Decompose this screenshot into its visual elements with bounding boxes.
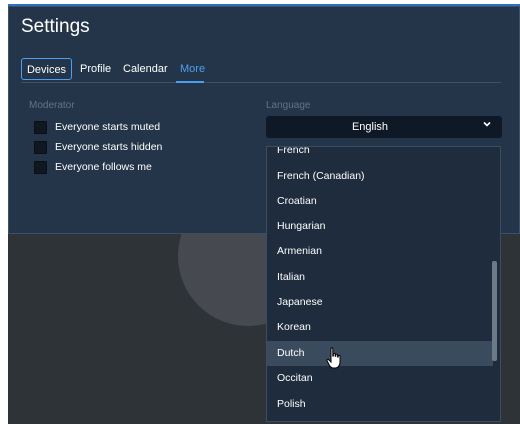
dropdown-scrollbar[interactable] (492, 147, 498, 421)
tab-profile[interactable]: Profile (80, 58, 111, 80)
checkbox-muted[interactable] (34, 120, 47, 134)
tabs-divider (21, 82, 501, 83)
language-option-occitan[interactable]: Occitan (267, 366, 493, 391)
language-option-japanese[interactable]: Japanese (267, 290, 493, 315)
language-option-french[interactable]: French (267, 147, 493, 163)
chevron-down-icon (483, 121, 491, 127)
language-option-hungarian[interactable]: Hungarian (267, 214, 493, 239)
tab-active-indicator (176, 81, 204, 83)
checkbox-follows[interactable] (34, 160, 47, 174)
tab-more[interactable]: More (180, 58, 205, 80)
language-option-french-canadian[interactable]: French (Canadian) (267, 164, 493, 189)
checkbox-hidden[interactable] (34, 140, 47, 154)
checkbox-hidden-label: Everyone starts hidden (55, 141, 163, 153)
language-option-polish[interactable]: Polish (267, 392, 493, 417)
checkbox-row-hidden[interactable]: Everyone starts hidden (34, 140, 162, 154)
checkbox-follows-label: Everyone follows me (55, 161, 152, 173)
language-option-dutch[interactable]: Dutch (267, 341, 493, 366)
checkbox-row-muted[interactable]: Everyone starts muted (34, 120, 160, 134)
moderator-heading: Moderator (29, 100, 75, 111)
language-option-armenian[interactable]: Armenian (267, 239, 493, 264)
dialog-title: Settings (21, 16, 90, 37)
hand-pointer-icon (326, 347, 341, 369)
language-heading: Language (266, 100, 311, 111)
language-option-croatian[interactable]: Croatian (267, 189, 493, 214)
checkbox-muted-label: Everyone starts muted (55, 121, 161, 133)
language-select-value: English (351, 121, 389, 133)
tab-calendar[interactable]: Calendar (123, 58, 168, 80)
dropdown-scrollbar-thumb[interactable] (492, 261, 497, 361)
language-select[interactable]: English (266, 116, 502, 138)
checkbox-row-follows[interactable]: Everyone follows me (34, 160, 152, 174)
tab-devices[interactable]: Devices (21, 58, 72, 80)
language-option-italian[interactable]: Italian (267, 265, 493, 290)
language-dropdown-list[interactable]: French French (Canadian) Croatian Hungar… (266, 146, 501, 422)
language-option-korean[interactable]: Korean (267, 315, 493, 340)
